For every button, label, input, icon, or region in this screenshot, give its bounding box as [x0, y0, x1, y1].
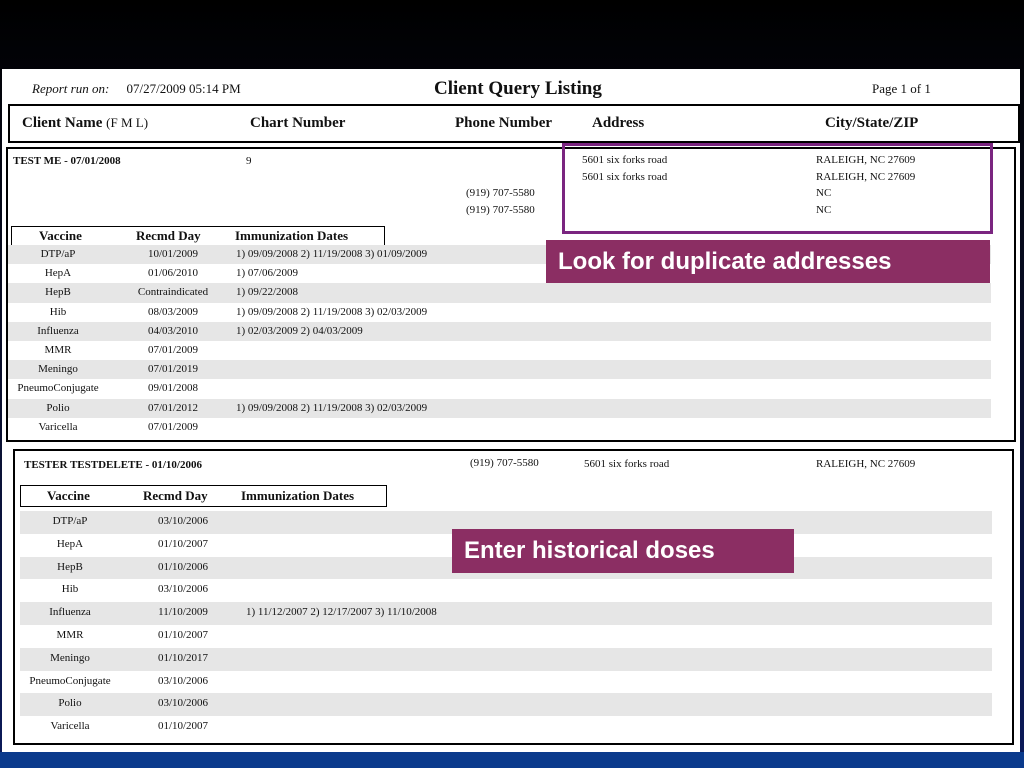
recmd-day: 03/10/2006 — [157, 697, 209, 710]
vaccine-name: Influenza — [49, 606, 91, 619]
vaccine-row: HepB Contraindicated 1) 09/22/2008 — [8, 283, 991, 303]
vaccine-name: DTP/aP — [52, 515, 88, 527]
vaccine-row: Hib 08/03/2009 1) 09/09/2008 2) 11/19/2008… — [8, 302, 991, 322]
recmd-day: Contraindicated — [137, 286, 209, 299]
vaccine-row: PneumoConjugate 09/01/2008 — [8, 379, 991, 399]
vaccine-name: Polio — [58, 697, 82, 710]
vaccine-name: Polio — [46, 401, 70, 414]
recmd-day: 11/10/2009 — [158, 606, 208, 619]
recmd-day: 04/03/2010 — [147, 324, 199, 337]
report-sheet: Report run on: 07/27/2009 05:14 PM Clien… — [2, 69, 1020, 752]
vaccine-row: Varicella 01/10/2007 — [20, 716, 992, 739]
vaccine-name: PneumoConjugate — [29, 674, 111, 687]
report-title: Client Query Listing — [434, 78, 602, 99]
col-client-name-label: Client Name — [22, 115, 103, 131]
immunization-dates: 1) 11/12/2007 2) 12/17/2007 3) 11/10/200… — [246, 606, 437, 619]
immunization-dates: 1) 07/06/2009 — [236, 267, 299, 280]
recmd-day: 07/01/2019 — [147, 363, 199, 376]
recmd-day: 09/01/2008 — [147, 382, 199, 395]
col-city-state-zip: City/State/ZIP — [825, 115, 919, 131]
vaccine-name: Hib — [49, 305, 67, 318]
recmd-day: 03/10/2006 — [157, 674, 209, 687]
vaccine-row: Influenza 11/10/2009 1) 11/12/2007 2) 12/1… — [20, 602, 992, 625]
col-address: Address — [592, 115, 645, 131]
recmd-day: 07/01/2009 — [147, 420, 199, 433]
immunization-dates: 1) 09/09/2008 2) 11/19/2008 3) 02/03/200… — [236, 305, 428, 318]
client-block: TESTER TESTDELETE - 01/10/2006 (919) 707… — [13, 449, 1014, 745]
recmd-day: 01/06/2010 — [147, 267, 199, 280]
immunization-dates: 1) 02/03/2009 2) 04/03/2009 — [236, 324, 363, 337]
phone-number: (919) 707-5580 — [466, 187, 535, 199]
recmd-day-col-label: Recmd Day — [143, 488, 208, 503]
vaccine-row: Polio 07/01/2012 1) 09/09/2008 2) 11/19/20… — [8, 398, 991, 418]
recmd-day: 01/10/2007 — [157, 537, 209, 550]
vaccine-name: Meningo — [38, 363, 78, 376]
immunization-dates-col-label: Immunization Dates — [241, 488, 355, 503]
vaccine-row: Polio 03/10/2006 — [20, 693, 992, 717]
recmd-day-col-label: Recmd Day — [136, 228, 201, 243]
vaccine-name: PneumoConjugate — [17, 382, 99, 395]
address-line: 5601 six forks road — [584, 458, 670, 470]
vaccine-col-label: Vaccine — [47, 488, 90, 503]
vaccine-name: HepB — [57, 560, 83, 573]
chart-number: 9 — [246, 155, 252, 167]
vaccine-name: Hib — [61, 583, 79, 596]
report-run-on-label: Report run on: — [32, 81, 110, 96]
callout-historical-doses: Enter historical doses — [452, 529, 794, 573]
vaccine-name: Varicella — [50, 720, 90, 733]
immunization-dates-col-label: Immunization Dates — [235, 228, 349, 243]
client-name: TEST ME - 07/01/2008 — [13, 155, 121, 167]
immunization-dates: 1) 09/09/2008 2) 11/19/2008 3) 02/03/200… — [236, 401, 428, 414]
recmd-day: 03/10/2006 — [157, 583, 209, 596]
col-phone-number: Phone Number — [455, 115, 553, 131]
vaccine-row: MMR 01/10/2007 — [20, 625, 992, 648]
vaccine-name: MMR — [56, 629, 84, 641]
slide-bottom-band — [0, 752, 1024, 768]
vaccine-name: Influenza — [37, 324, 79, 337]
vaccine-row: Meningo 01/10/2017 — [20, 647, 992, 671]
recmd-day: 01/10/2007 — [157, 629, 209, 641]
report-run-on: Report run on: 07/27/2009 05:14 PM — [32, 81, 241, 97]
vaccine-name: HepA — [56, 537, 84, 550]
report-run-on-value: 07/27/2009 05:14 PM — [126, 81, 241, 96]
vaccine-name: Meningo — [50, 651, 90, 664]
col-chart-number: Chart Number — [250, 115, 346, 131]
recmd-day: 01/10/2017 — [157, 651, 209, 664]
client-name: TESTER TESTDELETE - 01/10/2006 — [24, 459, 202, 471]
duplicate-address-highlight — [562, 143, 993, 234]
callout-duplicate-addresses: Look for duplicate addresses — [546, 240, 990, 283]
vaccine-name: Varicella — [38, 420, 78, 433]
col-client-name-suffix: (F M L) — [106, 115, 149, 130]
vaccine-col-label: Vaccine — [39, 228, 82, 243]
vaccine-header: Vaccine Recmd Day Immunization Dates — [20, 485, 387, 507]
vaccine-name: HepA — [44, 267, 72, 280]
vaccine-row: Influenza 04/03/2010 1) 02/03/2009 2) 04/0… — [8, 321, 991, 341]
recmd-day: 01/10/2007 — [157, 720, 209, 733]
vaccine-row: PneumoConjugate 03/10/2006 — [20, 670, 992, 694]
recmd-day: 03/10/2006 — [157, 515, 209, 527]
vaccine-row: Meningo 07/01/2019 — [8, 360, 991, 380]
vaccine-row: Hib 03/10/2006 — [20, 579, 992, 603]
column-header-bar: Client Name (F M L) Chart Number Phone N… — [8, 104, 1020, 143]
recmd-day: 07/01/2009 — [147, 344, 199, 356]
recmd-day: 01/10/2006 — [157, 560, 209, 573]
phone-number: (919) 707-5580 — [470, 457, 539, 469]
vaccine-name: DTP/aP — [40, 248, 76, 260]
recmd-day: 07/01/2012 — [147, 401, 199, 414]
immunization-dates: 1) 09/09/2008 2) 11/19/2008 3) 01/09/200… — [236, 248, 428, 260]
vaccine-row: Varicella 07/01/2009 — [8, 417, 991, 437]
page-indicator: Page 1 of 1 — [872, 81, 931, 96]
immunization-dates: 1) 09/22/2008 — [236, 286, 299, 299]
vaccine-name: HepB — [45, 286, 71, 299]
recmd-day: 10/01/2009 — [147, 248, 199, 260]
col-client-name: Client Name (F M L) — [22, 115, 148, 132]
vaccine-row: MMR 07/01/2009 — [8, 341, 991, 361]
recmd-day: 08/03/2009 — [147, 305, 199, 318]
vaccine-name: MMR — [44, 344, 72, 356]
vaccine-header: Vaccine Recmd Day Immunization Dates — [11, 226, 385, 246]
address-city: RALEIGH, NC 27609 — [816, 458, 916, 470]
phone-number: (919) 707-5580 — [466, 204, 535, 216]
